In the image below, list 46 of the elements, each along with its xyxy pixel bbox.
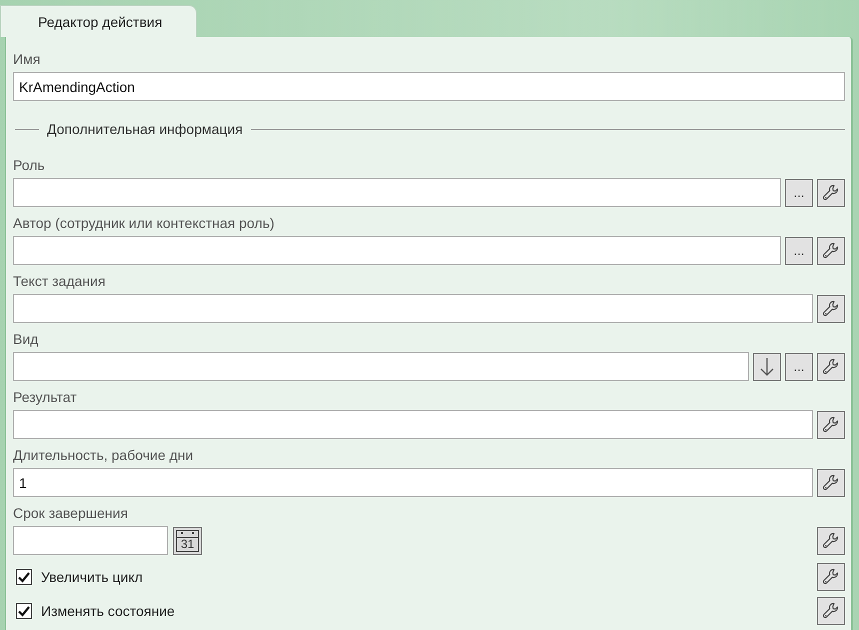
field-label: Автор (сотрудник или контекстная роль) xyxy=(13,215,276,232)
date-field[interactable] xyxy=(13,526,168,555)
arrow-down-icon xyxy=(759,356,775,376)
section-title: Дополнительная информация xyxy=(47,121,243,137)
wrench-icon xyxy=(821,414,841,434)
wrench-icon xyxy=(821,356,841,376)
wrench-icon xyxy=(821,240,841,260)
field-label: Текст задания xyxy=(13,273,106,290)
calendar-button[interactable]: 31 xyxy=(173,526,202,554)
settings-button[interactable] xyxy=(817,410,845,438)
input-field[interactable]: 1 xyxy=(13,468,813,497)
wrench-icon xyxy=(821,472,841,492)
field-label: Роль xyxy=(13,157,46,174)
input-field[interactable] xyxy=(13,236,781,265)
settings-button[interactable] xyxy=(817,236,845,264)
input-field[interactable] xyxy=(13,352,749,381)
field-label: Имя xyxy=(13,51,42,68)
input-field[interactable] xyxy=(13,178,781,207)
wrench-icon xyxy=(821,298,841,318)
settings-button[interactable] xyxy=(817,526,845,554)
dropdown-button[interactable] xyxy=(753,352,781,380)
field-label: Срок завершения xyxy=(13,505,129,522)
settings-button[interactable] xyxy=(817,597,845,625)
settings-button[interactable] xyxy=(817,563,845,591)
settings-button[interactable] xyxy=(817,468,845,496)
field-label: Вид xyxy=(13,331,40,348)
input-field[interactable] xyxy=(13,294,813,323)
tab[interactable]: Редактор действия xyxy=(0,5,197,37)
wrench-icon xyxy=(821,530,841,550)
field-label: Результат xyxy=(13,389,78,406)
input-field[interactable] xyxy=(13,410,813,439)
checkbox-label: Увеличить цикл xyxy=(41,569,143,585)
browse-button[interactable]: ... xyxy=(785,236,813,264)
settings-button[interactable] xyxy=(817,178,845,206)
checkbox[interactable] xyxy=(16,569,32,585)
checkbox[interactable] xyxy=(16,603,32,619)
settings-button[interactable] xyxy=(817,352,845,380)
wrench-icon xyxy=(821,182,841,202)
field-label: Длительность, рабочие дни xyxy=(13,447,194,464)
settings-button[interactable] xyxy=(817,294,845,322)
wrench-icon xyxy=(821,567,841,587)
input-field[interactable]: KrAmendingAction xyxy=(13,72,845,101)
checkbox-label: Изменять состояние xyxy=(41,603,175,619)
browse-button[interactable]: ... xyxy=(785,178,813,206)
wrench-icon xyxy=(821,601,841,621)
browse-button[interactable]: ... xyxy=(785,352,813,380)
